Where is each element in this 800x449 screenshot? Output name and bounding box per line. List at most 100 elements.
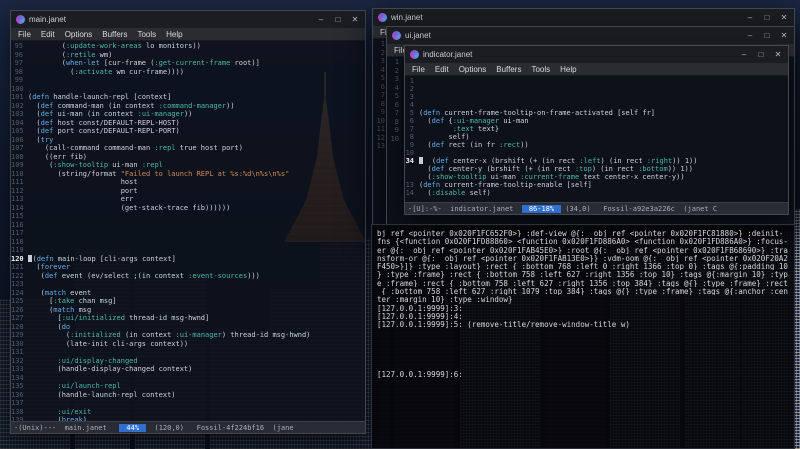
code-text: (:show-tooltip ui-man :repl bbox=[28, 161, 163, 169]
maximize-button[interactable]: □ bbox=[762, 31, 772, 40]
code-line: (:show-tooltip ui-man :current-frame tex… bbox=[405, 173, 788, 181]
code-line: 104 (def host const/DEFAULT-REPL-HOST) bbox=[11, 119, 365, 128]
line-number: 7 bbox=[394, 109, 399, 117]
terminal-line: bj_ref <pointer 0x020F1FC652F0>} :def-vi… bbox=[377, 229, 784, 238]
titlebar[interactable]: main.janet – □ ✕ bbox=[11, 11, 365, 28]
titlebar[interactable]: win.janet – □ ✕ bbox=[373, 9, 794, 26]
code-text: (forever bbox=[28, 263, 71, 271]
code-text: host bbox=[28, 178, 138, 186]
code-line: 137 bbox=[11, 399, 365, 408]
line-number: 5 bbox=[409, 109, 414, 117]
text-cursor bbox=[419, 157, 423, 164]
line-number: 122 bbox=[11, 271, 24, 280]
minimize-button[interactable]: – bbox=[745, 13, 755, 22]
close-button[interactable]: ✕ bbox=[773, 50, 783, 59]
menu-file[interactable]: File bbox=[407, 65, 430, 74]
titlebar[interactable]: indicator.janet – □ ✕ bbox=[405, 46, 788, 63]
minimize-button[interactable]: – bbox=[739, 50, 749, 59]
terminal-line: [127.0.0.1:9999]:3: bbox=[377, 303, 463, 312]
code-text: (defn handle-launch-repl [context] bbox=[28, 93, 172, 101]
code-line: 114 (get-stack-trace fib)))))) bbox=[11, 204, 365, 213]
window-indicator-janet: indicator.janet – □ ✕ File Edit Options Buffe… bbox=[404, 45, 789, 215]
line-number: 115 bbox=[11, 212, 24, 220]
close-button[interactable]: ✕ bbox=[779, 31, 789, 40]
line-number: 9 bbox=[394, 126, 399, 134]
menu-buffers[interactable]: Buffers bbox=[97, 30, 132, 39]
line-number: 100 bbox=[11, 84, 24, 93]
code-line: 4 bbox=[405, 101, 788, 109]
code-text: (handle-launch-repl context) bbox=[28, 390, 176, 399]
menu-tools[interactable]: Tools bbox=[132, 30, 161, 39]
modeline: -(Unix)--- main.janet 44% (120,0) Fossil… bbox=[11, 421, 365, 433]
menu-edit[interactable]: Edit bbox=[430, 65, 454, 74]
repl-terminal[interactable]: bj_ref <pointer 0x020F1FC652F0>} :def-vi… bbox=[371, 224, 795, 449]
code-line: 5 (defn current-frame-tooltip-on-frame-ac… bbox=[405, 109, 788, 117]
line-number bbox=[405, 173, 419, 181]
code-text: (defn current-frame-tooltip-on-frame-act… bbox=[419, 109, 656, 117]
menu-options[interactable]: Options bbox=[454, 65, 492, 74]
code-line: 129 (:initialized (in context :ui-manage… bbox=[11, 331, 365, 340]
code-line: 118 bbox=[11, 238, 365, 247]
code-text: :ui/display-changed bbox=[57, 356, 138, 365]
line-number: 128 bbox=[11, 322, 24, 331]
menu-edit[interactable]: Edit bbox=[36, 30, 60, 39]
maximize-button[interactable]: □ bbox=[762, 13, 772, 22]
terminal-line: ter :margin 10} :type :window} bbox=[377, 295, 513, 304]
terminal-line: fns {<function 0x020F1FD88860> <function… bbox=[377, 237, 788, 246]
code-text: (late-init cli-args context)) bbox=[28, 339, 189, 348]
minimize-button[interactable]: – bbox=[316, 15, 326, 24]
code-line: 121 (forever bbox=[11, 263, 365, 272]
line-number: 125 bbox=[11, 297, 24, 305]
line-number bbox=[405, 165, 419, 173]
menu-help[interactable]: Help bbox=[161, 30, 187, 39]
close-button[interactable]: ✕ bbox=[350, 15, 360, 24]
code-line: 34 (def center-x (brshift (+ (in rect :l… bbox=[405, 157, 788, 165]
code-text: (def host const/DEFAULT-REPL-HOST) bbox=[28, 118, 180, 127]
code-line: 10 bbox=[405, 149, 788, 157]
code-line: 115 bbox=[11, 212, 365, 221]
line-number: 103 bbox=[11, 110, 24, 118]
code-text: (:retile wm) bbox=[28, 50, 113, 59]
line-number: 4 bbox=[409, 101, 414, 109]
line-number: 1 bbox=[409, 77, 414, 85]
code-line: 97 (when-let [cur-frame (:get-current-fr… bbox=[11, 59, 365, 68]
line-number: 6 bbox=[409, 117, 414, 125]
line-number: 34 bbox=[405, 157, 414, 165]
line-number: 107 bbox=[11, 144, 24, 152]
line-number: 97 bbox=[14, 59, 23, 67]
code-line: 98 (:activate wm cur-frame)))) bbox=[11, 68, 365, 77]
code-line: 126 (match msg bbox=[11, 306, 365, 315]
window-controls: – □ ✕ bbox=[739, 50, 783, 59]
text-cursor bbox=[28, 254, 32, 262]
code-line: 13 (defn current-frame-tooltip-enable [se… bbox=[405, 181, 788, 189]
code-text: (def {:ui-manager ui-man bbox=[419, 117, 529, 125]
maximize-button[interactable]: □ bbox=[756, 50, 766, 59]
modeline-text: -[U]:-%- bbox=[408, 204, 451, 213]
line-number: 96 bbox=[14, 50, 23, 59]
minimize-button[interactable]: – bbox=[745, 31, 755, 40]
code-text: ((err fib) bbox=[28, 152, 88, 161]
titlebar[interactable]: ui.janet – □ ✕ bbox=[387, 27, 794, 44]
line-number: 132 bbox=[11, 356, 24, 365]
editor-area[interactable]: 95 (:update-work-areas lo monitors)) 96 (… bbox=[11, 41, 365, 421]
close-button[interactable]: ✕ bbox=[779, 13, 789, 22]
editor-area[interactable]: 1 2 3 4 5 (defn current-frame-tooltip-on-fram… bbox=[405, 76, 788, 202]
code-text: :ui/exit bbox=[57, 407, 92, 416]
line-number: 2 bbox=[394, 66, 399, 75]
code-text: (do bbox=[28, 322, 71, 331]
maximize-button[interactable]: □ bbox=[333, 15, 343, 24]
code-line: 116 bbox=[11, 221, 365, 230]
code-text: (get-stack-trace fib)))))) bbox=[28, 203, 231, 212]
menu-file[interactable]: File bbox=[13, 30, 36, 39]
window-controls: – □ ✕ bbox=[745, 13, 789, 22]
menu-tools[interactable]: Tools bbox=[526, 65, 555, 74]
menu-buffers[interactable]: Buffers bbox=[491, 65, 526, 74]
code-line: 9 (def rect (in fr :rect)) bbox=[405, 141, 788, 149]
window-title: win.janet bbox=[391, 13, 423, 22]
menu-options[interactable]: Options bbox=[60, 30, 98, 39]
code-line: 108 ((err fib) bbox=[11, 153, 365, 162]
line-number: 120 bbox=[11, 254, 24, 263]
menu-help[interactable]: Help bbox=[555, 65, 581, 74]
code-line: 131 bbox=[11, 348, 365, 357]
